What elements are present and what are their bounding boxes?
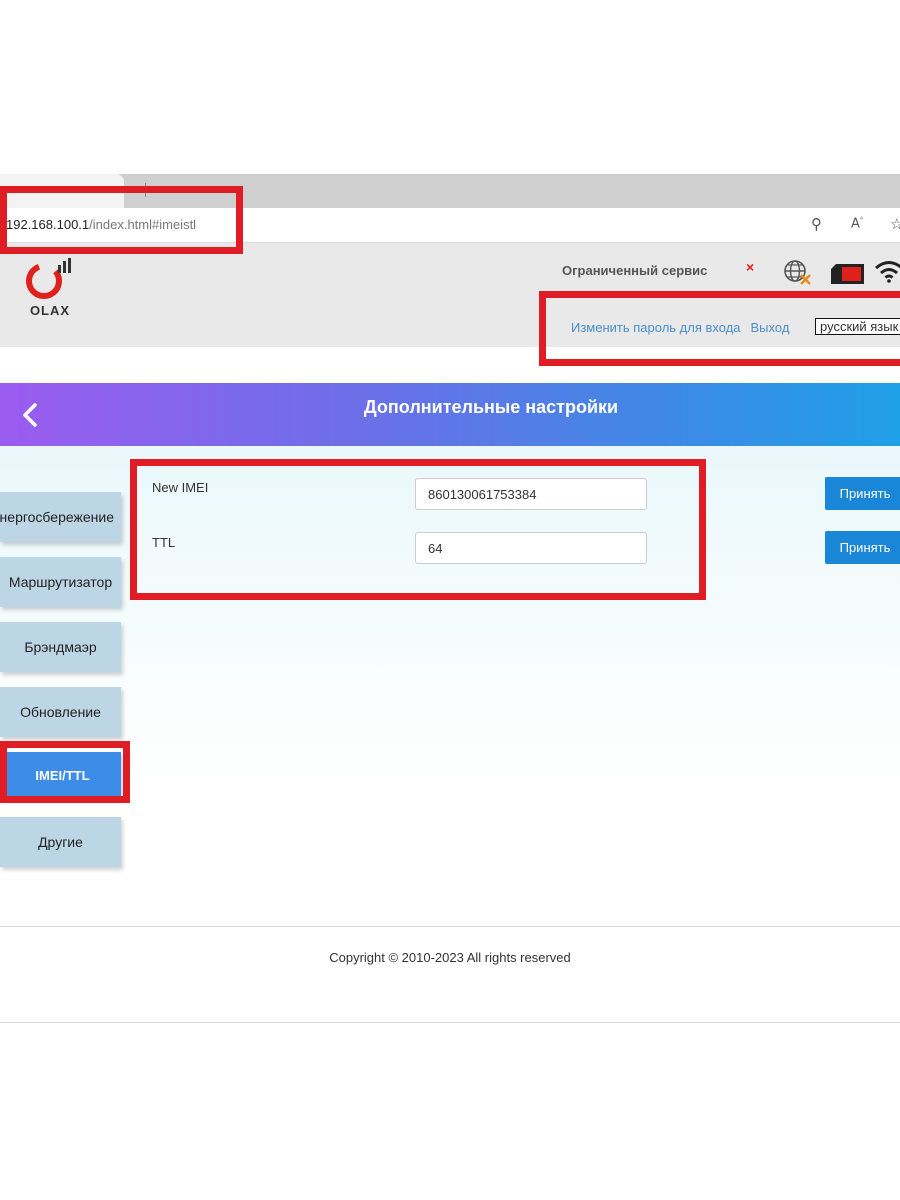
sidebar-item-firewall[interactable]: Брэндмаэр — [0, 622, 121, 672]
footer-divider — [0, 926, 900, 927]
sidebar-item-label: IMEI/TTL — [35, 767, 90, 783]
sidebar-item-label: Другие — [38, 834, 83, 850]
sidebar-item-label: Брэндмаэр — [24, 639, 97, 655]
logo-text: OLAX — [29, 303, 71, 318]
apply-ttl-button[interactable]: Принять — [825, 531, 900, 564]
imei-input[interactable] — [415, 478, 647, 510]
sidebar-item-router[interactable]: Маршрутизатор — [0, 557, 121, 607]
olax-logo[interactable]: OLAX — [24, 257, 80, 318]
content-area: Энергосбережение Маршрутизатор Брэндмаэр… — [0, 446, 900, 926]
change-password-link[interactable]: Изменить пароль для входа — [571, 320, 741, 335]
read-aloud-icon[interactable]: Aᴬ — [851, 215, 863, 231]
sidebar-item-power-saving[interactable]: Энергосбережение — [0, 492, 121, 542]
logo-mark-icon — [26, 258, 71, 299]
service-status-text: Ограниченный сервис — [562, 263, 708, 278]
sim-card-icon — [831, 264, 864, 284]
service-status-mark: × — [746, 259, 755, 275]
copyright-text: Copyright © 2010-2023 All rights reserve… — [329, 950, 571, 965]
page-title: Дополнительные настройки — [363, 397, 619, 417]
apply-imei-button[interactable]: Принять — [825, 477, 900, 510]
browser-address-bar[interactable]: 192.168.100.1/index.html#imeistl ⚲ Aᴬ ☆ — [0, 208, 900, 243]
url-host: 192.168.100.1 — [6, 217, 90, 232]
imei-label: New IMEI — [152, 480, 209, 495]
router-header: OLAX Ограниченный сервис × Изменить паро… — [0, 243, 900, 347]
key-icon[interactable]: ⚲ — [811, 215, 822, 233]
sidebar-item-imei-ttl[interactable]: IMEI/TTL — [4, 752, 121, 798]
sidebar-item-update[interactable]: Обновление — [0, 687, 121, 737]
language-select[interactable]: русский язык — [815, 318, 900, 335]
ttl-input[interactable] — [415, 532, 647, 564]
sidebar-item-label: Обновление — [20, 704, 101, 720]
sidebar-item-label: Энергосбережение — [0, 509, 114, 525]
ttl-label: TTL — [152, 535, 176, 550]
globe-disconnected-icon — [784, 260, 811, 285]
sidebar-item-other[interactable]: Другие — [0, 817, 121, 867]
browser-active-tab[interactable] — [0, 174, 124, 208]
footer-divider-bottom — [0, 1022, 900, 1023]
sidebar-item-label: Маршрутизатор — [8, 574, 113, 590]
url-path: /index.html#imeistl — [89, 217, 197, 232]
logout-link[interactable]: Выход — [751, 320, 790, 335]
tab-separator — [145, 183, 146, 197]
wifi-signal-icon — [875, 261, 900, 283]
browser-tab-strip — [0, 174, 900, 208]
page-banner: Дополнительные настройки — [0, 383, 900, 446]
header-links: Изменить пароль для входа Выход — [571, 320, 799, 335]
favorite-star-icon[interactable]: ☆ — [890, 215, 900, 233]
url-text[interactable]: 192.168.100.1/index.html#imeistl — [6, 217, 196, 232]
